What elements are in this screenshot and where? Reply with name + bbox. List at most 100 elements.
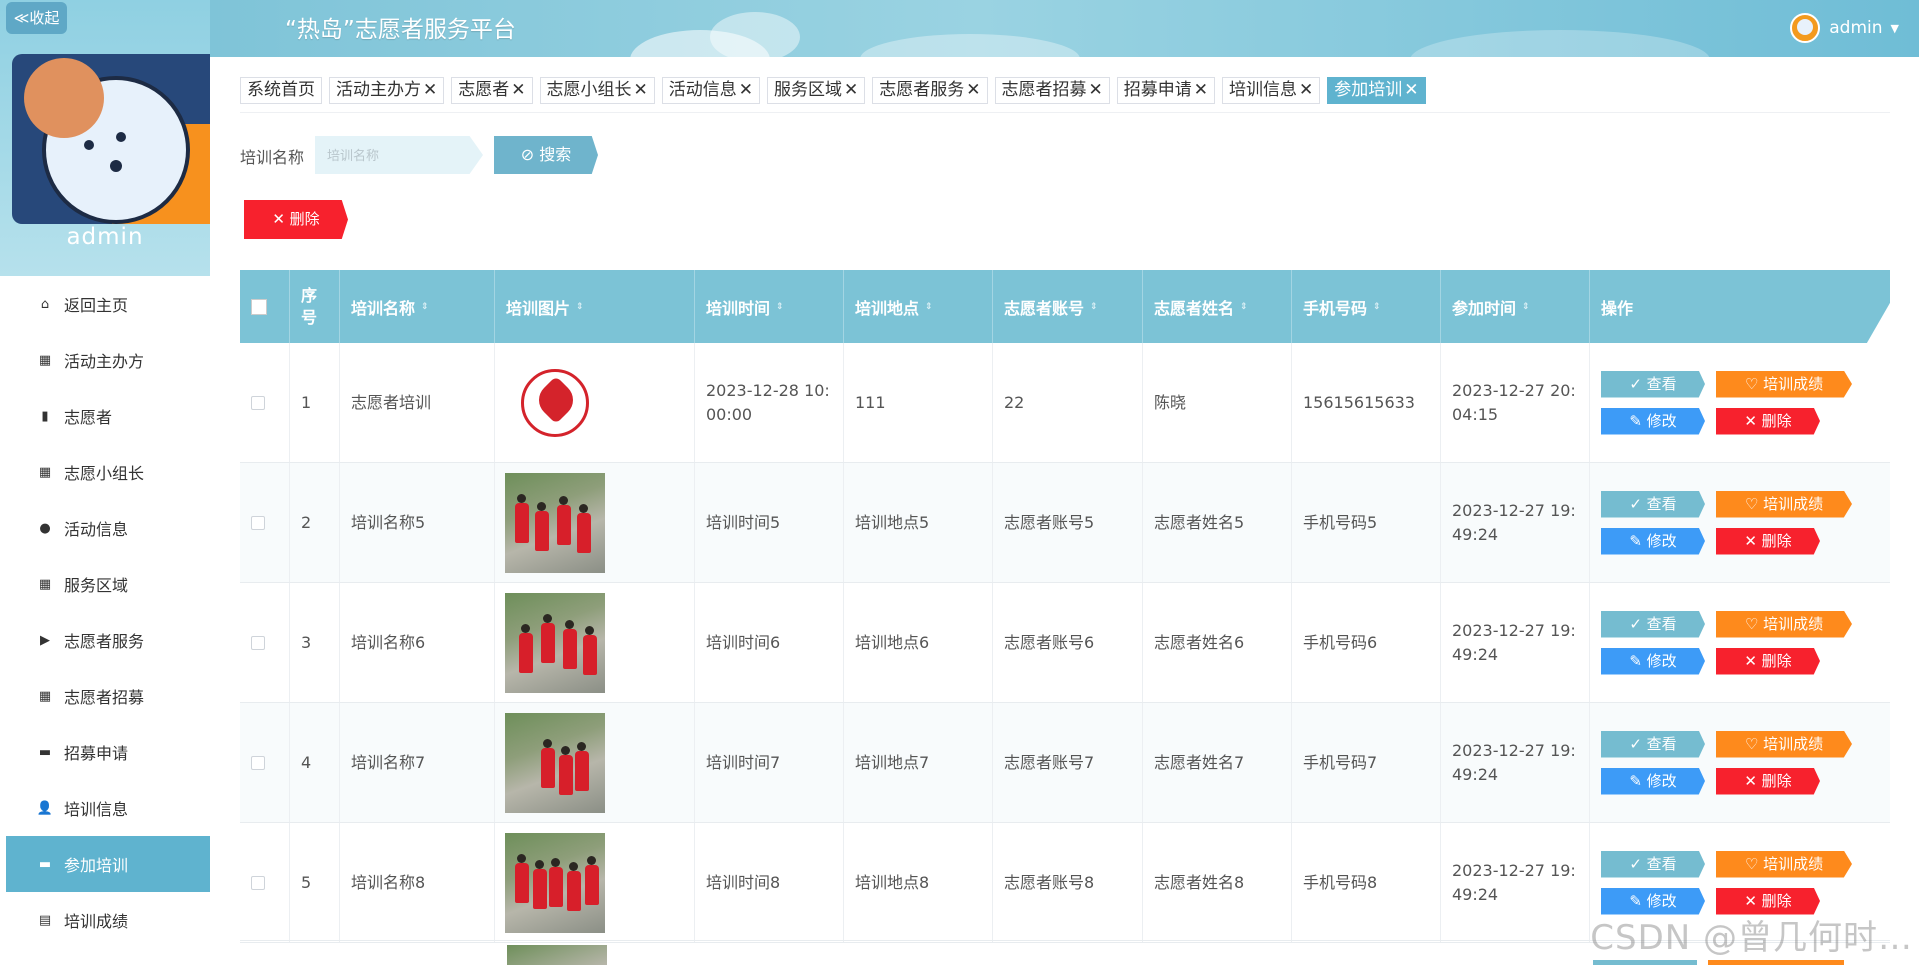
sort-icon[interactable]: ⇕ [1240,302,1248,311]
close-icon[interactable]: ✕ [966,80,980,100]
training-image[interactable] [505,592,605,693]
sort-icon[interactable]: ⇕ [776,302,784,311]
delete-button[interactable]: ✕ 删除 [1716,647,1820,675]
close-icon[interactable]: ✕ [511,80,525,100]
sidebar-item-3[interactable]: ▦ 志愿小组长 [6,444,210,500]
close-icon[interactable]: ✕ [1299,80,1313,100]
sidebar-item-7[interactable]: ▦ 志愿者招募 [6,668,210,724]
sidebar-item-10[interactable]: ▬ 参加培训 [6,836,210,892]
tab-8[interactable]: 招募申请 ✕ [1116,77,1215,104]
column-header-3[interactable]: 培训时间 ⇕ [695,270,844,343]
sort-icon[interactable]: ⇕ [1373,302,1381,311]
score-button[interactable]: ♡ 培训成绩 [1716,370,1852,398]
tab-5[interactable]: 服务区域 ✕ [767,77,866,104]
column-header-6[interactable]: 志愿者姓名 ⇕ [1143,270,1292,343]
view-button[interactable]: ✓ 查看 [1601,610,1705,638]
row-checkbox[interactable] [251,635,265,650]
close-icon[interactable]: ✕ [844,80,858,100]
edit-button[interactable]: ✎ 修改 [1601,647,1705,675]
tab-1[interactable]: 活动主办方 ✕ [329,77,445,104]
score-button[interactable]: ♡ 培训成绩 [1716,730,1852,758]
tab-10[interactable]: 参加培训 ✕ [1327,77,1426,104]
column-header-5[interactable]: 志愿者账号 ⇕ [993,270,1143,343]
tab-4[interactable]: 活动信息 ✕ [661,77,760,104]
column-header-7[interactable]: 手机号码 ⇕ [1292,270,1441,343]
score-button[interactable]: ♡ 培训成绩 [1716,610,1852,638]
edit-button[interactable]: ✎ 修改 [1601,767,1705,795]
search-button[interactable]: ⊘ 搜索 [494,136,598,174]
sort-icon[interactable]: ⇕ [925,302,933,311]
sidebar-item-1[interactable]: ▦ 活动主办方 [6,332,210,388]
edit-button[interactable]: ✎ 修改 [1601,407,1705,435]
view-button[interactable]: ✓ 查看 [1601,730,1705,758]
select-all-checkbox[interactable] [251,298,267,315]
data-table: 序号 培训名称 ⇕ 培训图片 ⇕ 培训时间 ⇕ 培训地点 ⇕ 志愿者账号 ⇕ 志愿者姓名 ⇕ 手机号码 ⇕ 参… [240,270,1890,943]
sort-icon[interactable]: ⇕ [421,302,429,311]
edit-button[interactable]: ✎ 修改 [1601,527,1705,555]
watermark: CSDN @曾几何时… [1590,918,1913,958]
search-input[interactable] [315,136,483,174]
view-button[interactable]: ✓ 查看 [1601,490,1705,518]
close-icon[interactable]: ✕ [423,80,437,100]
training-image[interactable] [505,472,605,573]
sidebar-item-0[interactable]: ⌂ 返回主页 [6,276,210,332]
user-menu[interactable]: admin ▼ [1790,12,1899,44]
collapse-button[interactable]: ≪收起 [6,2,67,34]
sidebar-item-6[interactable]: ▶ 志愿者服务 [6,612,210,668]
cell-vname: 志愿者姓名5 [1143,463,1292,582]
cell-place: 培训地点8 [844,823,993,942]
column-header-8[interactable]: 参加时间 ⇕ [1441,270,1590,343]
sidebar-item-4[interactable]: ● 活动信息 [6,500,210,556]
sort-icon[interactable]: ⇕ [576,302,584,311]
close-icon[interactable]: ✕ [634,80,648,100]
training-image[interactable] [505,832,605,933]
cell-text: 15615615633 [1303,392,1415,412]
tab-0[interactable]: 系统首页 [240,77,322,104]
close-icon[interactable]: ✕ [739,80,753,100]
column-header-1[interactable]: 培训名称 ⇕ [340,270,495,343]
delete-button[interactable]: ✕ 删除 [1716,527,1820,555]
row-checkbox[interactable] [251,755,265,770]
tab-7[interactable]: 志愿者招募 ✕ [994,77,1110,104]
table-row: 3 培训名称6 培训时间6 培训地点6 志愿者账号6 志愿者姓名6 手机号码6 2023-12… [240,583,1890,703]
tab-6[interactable]: 志愿者服务 ✕ [872,77,988,104]
row-checkbox[interactable] [251,515,265,530]
column-header-2[interactable]: 培训图片 ⇕ [495,270,695,343]
check-icon: ✓ [1629,494,1647,513]
edit-icon: ✎ [1629,891,1647,910]
sidebar-item-label: 服务区域 [64,576,129,595]
sort-icon[interactable]: ⇕ [1522,302,1530,311]
sidebar-item-5[interactable]: ▦ 服务区域 [6,556,210,612]
table-header: 序号 培训名称 ⇕ 培训图片 ⇕ 培训时间 ⇕ 培训地点 ⇕ 志愿者账号 ⇕ 志愿者姓名 ⇕ 手机号码 ⇕ 参… [240,270,1890,343]
training-image[interactable] [505,712,605,813]
training-image[interactable] [505,352,605,453]
column-header-4[interactable]: 培训地点 ⇕ [844,270,993,343]
batch-delete-button[interactable]: ✕ 删除 [244,200,348,239]
delete-button[interactable]: ✕ 删除 [1716,407,1820,435]
close-icon[interactable]: ✕ [1404,80,1418,100]
delete-button[interactable]: ✕ 删除 [1716,767,1820,795]
cell-actions: ✓ 查看 ♡ 培训成绩 ✎ 修改 ✕ 删除 [1590,703,1890,822]
tab-label: 志愿者服务 [879,80,965,100]
sidebar-item-11[interactable]: ▤ 培训成绩 [6,892,210,948]
view-button[interactable]: ✓ 查看 [1601,850,1705,878]
cell-place: 培训地点5 [844,463,993,582]
chevron-down-icon: ▼ [1890,21,1899,35]
row-checkbox[interactable] [251,875,265,890]
close-icon[interactable]: ✕ [1194,80,1208,100]
sort-icon[interactable]: ⇕ [1090,302,1098,311]
tab-2[interactable]: 志愿者 ✕ [451,77,533,104]
close-icon[interactable]: ✕ [1089,80,1103,100]
sidebar-item-2[interactable]: ▮ 志愿者 [6,388,210,444]
score-button[interactable]: ♡ 培训成绩 [1716,490,1852,518]
tab-9[interactable]: 培训信息 ✕ [1222,77,1321,104]
sidebar-item-9[interactable]: 👤 培训信息 [6,780,210,836]
score-button[interactable]: ♡ 培训成绩 [1716,850,1852,878]
tab-divider [240,112,1890,113]
row-checkbox[interactable] [251,395,265,410]
sidebar-item-8[interactable]: ▬ 招募申请 [6,724,210,780]
cell-time: 2023-12-28 10:00:00 [695,343,844,462]
tab-label: 活动主办方 [336,80,421,100]
view-button[interactable]: ✓ 查看 [1601,370,1705,398]
tab-3[interactable]: 志愿小组长 ✕ [539,77,655,104]
